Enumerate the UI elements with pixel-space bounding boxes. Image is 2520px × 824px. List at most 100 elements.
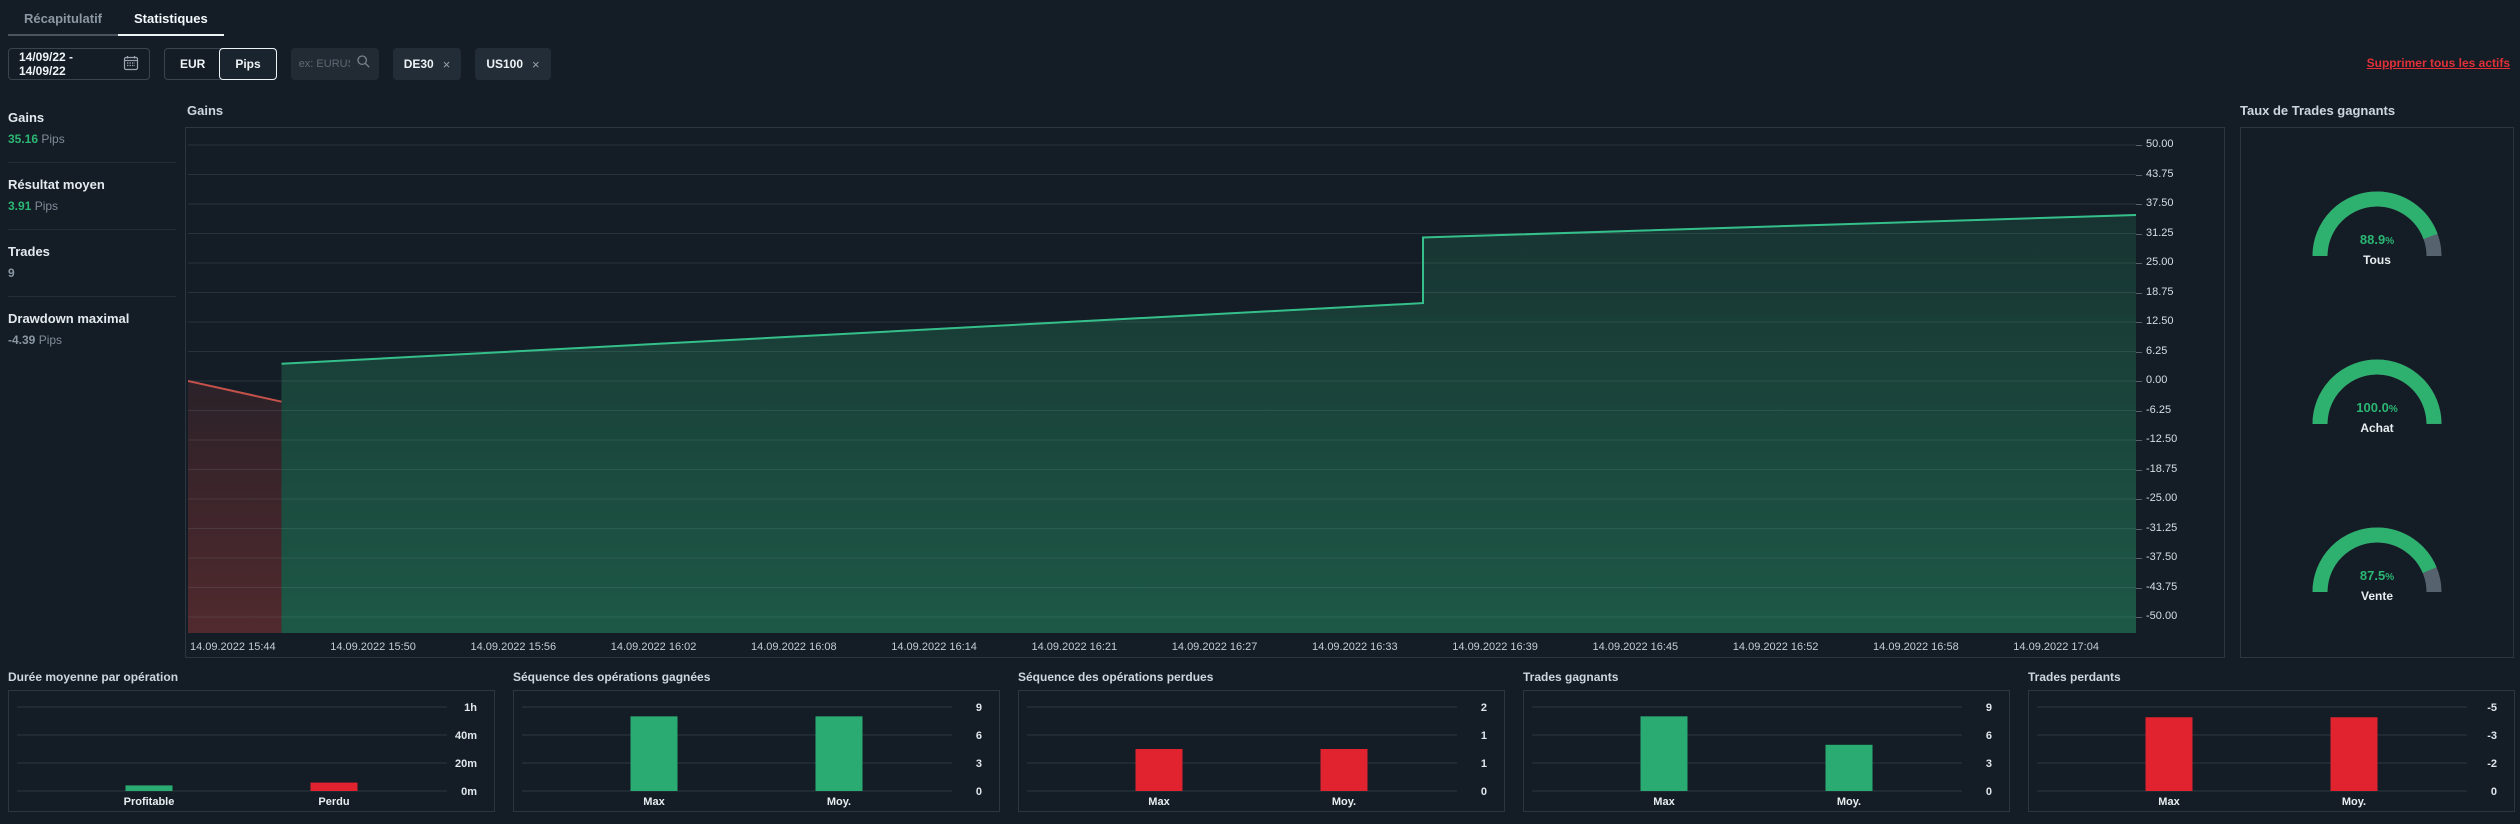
svg-text:Max: Max bbox=[1653, 796, 1675, 808]
asset-chip-label: DE30 bbox=[403, 57, 434, 71]
stat-unit: Pips bbox=[41, 132, 65, 146]
gauge-svg-2 bbox=[2312, 527, 2442, 593]
symbol-search-input[interactable] bbox=[298, 58, 350, 70]
percent-sign: % bbox=[2385, 235, 2395, 247]
svg-text:Perdu: Perdu bbox=[318, 796, 349, 808]
svg-text:Max: Max bbox=[643, 796, 665, 808]
losing-streak-panel: Séquence des opérations perdues 2 1 1 0 Max M… bbox=[1018, 670, 1505, 816]
y-axis-label: -6.25 bbox=[2135, 403, 2172, 416]
stat-label: Résultat moyen bbox=[8, 177, 105, 192]
winning-streak-panel: Séquence des opérations gagnées 9 6 3 0 Max M… bbox=[513, 670, 1000, 816]
svg-text:1: 1 bbox=[1481, 730, 1487, 742]
tab-recapitulatif[interactable]: Récapitulatif bbox=[8, 6, 119, 36]
mini-svg-4: 2 1 1 0 Max Moy. bbox=[1027, 702, 1487, 808]
stat-label: Trades bbox=[8, 244, 50, 259]
svg-text:0: 0 bbox=[2491, 786, 2497, 798]
mini-chart-title: Séquence des opérations gagnées bbox=[513, 670, 711, 684]
y-axis-label: -25.00 bbox=[2135, 492, 2178, 504]
gauge-vente: 87.5% Vente bbox=[2302, 518, 2452, 603]
stat-trades: Trades 9 bbox=[8, 236, 176, 297]
y-axis-label: -43.75 bbox=[2135, 580, 2178, 593]
gains-chart-panel: 50.00 43.75 37.50 31.25 25.00 18.75 12.50 6.25 0… bbox=[185, 127, 2225, 658]
gauge-label: Achat bbox=[2360, 420, 2394, 435]
gauge-value: 88.9 bbox=[2359, 231, 2386, 247]
svg-text:-5: -5 bbox=[2487, 702, 2497, 714]
x-axis-label: 14.09.2022 16:58 bbox=[1873, 641, 1959, 653]
mini-chart-title: Durée moyenne par opération bbox=[8, 670, 179, 684]
y-axis-label: 43.75 bbox=[2136, 167, 2174, 180]
stat-gains: Gains 35.16 Pips bbox=[8, 102, 176, 163]
svg-text:9: 9 bbox=[976, 702, 982, 714]
mini-svg-3: 9 6 3 0 Max Moy. bbox=[522, 702, 982, 808]
svg-text:Moy.: Moy. bbox=[2342, 796, 2366, 808]
mini-chart-title: Trades perdants bbox=[2028, 670, 2121, 684]
gauge-value: 100.0 bbox=[2356, 399, 2389, 415]
gauge-svg-0 bbox=[2312, 191, 2442, 256]
svg-text:20m: 20m bbox=[455, 758, 477, 770]
x-axis-label: 14.09.2022 15:44 bbox=[189, 641, 276, 653]
gauge-tous: 88.9% Tous bbox=[2302, 182, 2452, 267]
date-range-value: 14/09/22 - 14/09/22 bbox=[19, 50, 74, 78]
svg-text:1: 1 bbox=[1481, 758, 1487, 770]
x-axis-label: 14.09.2022 16:08 bbox=[750, 641, 837, 653]
close-icon[interactable]: × bbox=[532, 57, 540, 72]
delete-all-assets-link[interactable]: Supprimer tous les actifs bbox=[2367, 56, 2510, 70]
stat-drawdown: Drawdown maximal -4.39 Pips bbox=[8, 303, 176, 363]
svg-text:Max: Max bbox=[2158, 796, 2180, 808]
x-axis-label: 14.09.2022 16:02 bbox=[610, 641, 697, 653]
avg-duration-panel: Durée moyenne par opération 1h 40m 20m 0m Pr… bbox=[8, 670, 495, 816]
svg-text:0: 0 bbox=[976, 786, 982, 798]
y-axis-label: 25.00 bbox=[2136, 256, 2174, 268]
stat-label: Gains bbox=[8, 110, 45, 125]
svg-text:9: 9 bbox=[1986, 702, 1992, 714]
tab-bar: Récapitulatif Statistiques bbox=[8, 6, 224, 36]
win-rate-panel: 88.9% Tous 100.0% Achat 87.5% Vente bbox=[2240, 127, 2514, 658]
svg-text:0: 0 bbox=[1986, 786, 1992, 798]
asset-chip-us100[interactable]: US100 × bbox=[475, 48, 551, 80]
svg-text:Moy.: Moy. bbox=[1332, 796, 1356, 808]
gauge-svg-1 bbox=[2312, 359, 2442, 425]
svg-text:Profitable: Profitable bbox=[124, 796, 175, 808]
stat-unit: Pips bbox=[38, 333, 63, 347]
y-axis-label: -31.25 bbox=[2135, 521, 2178, 534]
gains-chart-title: Gains bbox=[187, 103, 224, 118]
y-axis-label: 12.50 bbox=[2136, 315, 2174, 327]
mini-chart-title: Trades gagnants bbox=[1523, 670, 1619, 684]
svg-text:-2: -2 bbox=[2487, 758, 2497, 770]
svg-text:40m: 40m bbox=[455, 730, 477, 742]
y-axis-label: 50.00 bbox=[2136, 138, 2174, 150]
stat-label: Drawdown maximal bbox=[8, 311, 130, 326]
svg-text:2: 2 bbox=[1481, 702, 1487, 714]
svg-text:3: 3 bbox=[1986, 758, 1992, 770]
stats-sidebar: Gains 35.16 Pips Résultat moyen 3.91 Pip… bbox=[8, 102, 176, 369]
close-icon[interactable]: × bbox=[443, 57, 451, 72]
x-axis-label: 14.09.2022 16:52 bbox=[1732, 641, 1819, 653]
gauge-label: Tous bbox=[2363, 252, 2391, 267]
mini-svg-5: 9 6 3 0 Max Moy. bbox=[1532, 702, 1992, 808]
asset-chip-de30[interactable]: DE30 × bbox=[392, 48, 462, 80]
svg-text:Moy.: Moy. bbox=[1837, 796, 1861, 808]
win-rate-title: Taux de Trades gagnants bbox=[2240, 103, 2396, 118]
filter-toolbar: 14/09/22 - 14/09/22 EUR Pips DE30 × US10… bbox=[8, 48, 551, 80]
stat-value: -4.39 bbox=[8, 333, 36, 347]
eur-button[interactable]: EUR bbox=[165, 49, 220, 79]
svg-text:1h: 1h bbox=[464, 702, 477, 714]
svg-text:6: 6 bbox=[976, 730, 982, 742]
stat-value: 35.16 bbox=[8, 132, 39, 146]
stat-unit: Pips bbox=[34, 199, 59, 213]
x-axis-label: 14.09.2022 16:45 bbox=[1592, 641, 1679, 653]
stat-resultat-moyen: Résultat moyen 3.91 Pips bbox=[8, 169, 176, 230]
svg-text:3: 3 bbox=[976, 758, 982, 770]
gauge-achat: 100.0% Achat bbox=[2302, 350, 2452, 435]
date-range-input[interactable]: 14/09/22 - 14/09/22 bbox=[8, 48, 150, 80]
y-axis-label: -37.50 bbox=[2135, 551, 2178, 563]
pips-button[interactable]: Pips bbox=[219, 48, 277, 80]
x-axis-label: 14.09.2022 15:50 bbox=[330, 641, 416, 653]
svg-text:-3: -3 bbox=[2487, 730, 2497, 742]
mini-svg-6: -5 -3 -2 0 Max Moy. bbox=[2037, 702, 2497, 808]
gauge-label: Vente bbox=[2360, 589, 2393, 604]
tab-statistiques[interactable]: Statistiques bbox=[118, 6, 224, 36]
stat-value: 9 bbox=[8, 266, 15, 280]
x-axis-label: 14.09.2022 16:27 bbox=[1171, 641, 1258, 653]
calendar-icon[interactable] bbox=[123, 55, 139, 74]
